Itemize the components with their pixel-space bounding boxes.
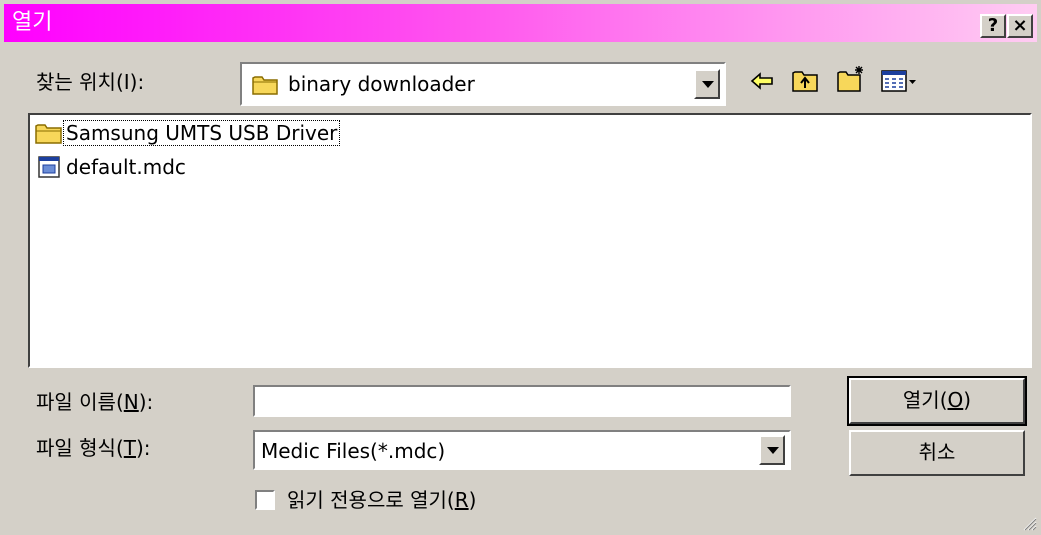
window-title: 열기: [12, 10, 53, 35]
list-item-label: default.mdc: [66, 155, 186, 179]
filename-input[interactable]: [253, 385, 791, 417]
readonly-label[interactable]: 읽기 전용으로 열기(R): [287, 488, 476, 512]
close-button[interactable]: ×: [1007, 14, 1033, 38]
filename-label: 파일 이름(N):: [36, 390, 154, 414]
list-item-file[interactable]: default.mdc: [34, 153, 188, 181]
readonly-checkbox[interactable]: [255, 490, 275, 510]
cancel-button[interactable]: 취소: [849, 430, 1025, 476]
close-icon: ×: [1012, 15, 1028, 36]
lookin-combobox[interactable]: binary downloader: [240, 62, 726, 106]
lookin-value: binary downloader: [288, 72, 475, 96]
open-dialog: 열기 ? × 찾는 위치(I): binary downloader Samsu…: [0, 0, 1041, 535]
filetype-combobox[interactable]: Medic Files(*.mdc): [253, 430, 791, 470]
title-bar[interactable]: 열기 ? ×: [4, 4, 1037, 42]
lookin-label: 찾는 위치(I):: [36, 70, 145, 94]
folder-icon: [35, 124, 62, 144]
file-list[interactable]: Samsung UMTS USB Driver default.mdc: [28, 113, 1032, 368]
view-menu-icon[interactable]: [880, 66, 920, 96]
new-folder-icon[interactable]: [836, 64, 866, 94]
resize-grip-icon[interactable]: [1021, 515, 1037, 531]
mdc-file-icon: [38, 156, 60, 178]
folder-icon: [252, 76, 278, 95]
list-item-folder[interactable]: Samsung UMTS USB Driver: [34, 119, 341, 147]
filetype-value: Medic Files(*.mdc): [261, 439, 446, 463]
up-folder-icon[interactable]: [790, 66, 820, 96]
list-item-label: Samsung UMTS USB Driver: [62, 120, 341, 146]
open-button[interactable]: 열기(O): [847, 376, 1027, 426]
back-arrow-icon[interactable]: [748, 66, 778, 96]
help-button[interactable]: ?: [980, 14, 1006, 38]
filetype-label: 파일 형식(T):: [36, 436, 151, 460]
lookin-dropdown-button[interactable]: [694, 69, 720, 99]
filetype-dropdown-button[interactable]: [759, 435, 785, 465]
